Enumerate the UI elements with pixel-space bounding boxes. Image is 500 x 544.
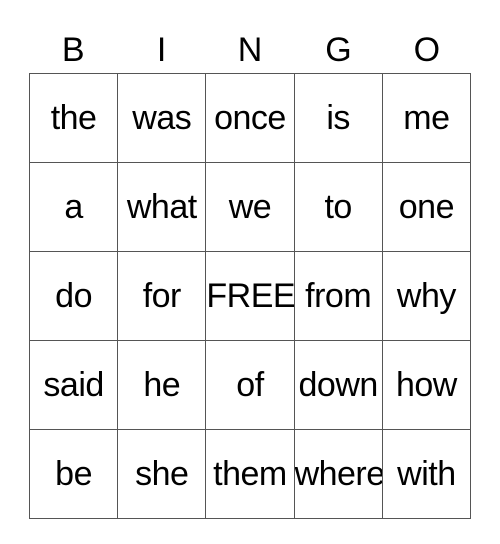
bingo-cell[interactable]: me bbox=[381, 73, 472, 163]
header-letter: G bbox=[325, 31, 352, 69]
bingo-cell[interactable]: he bbox=[117, 340, 207, 430]
grid-row: a what we to one bbox=[28, 162, 472, 252]
bingo-cell[interactable]: from bbox=[293, 251, 383, 341]
bingo-cell[interactable]: do bbox=[28, 251, 119, 341]
bingo-header: B I N G O bbox=[29, 28, 471, 72]
bingo-cell[interactable]: she bbox=[117, 429, 207, 519]
grid-row: be she them where with bbox=[28, 429, 472, 519]
bingo-cell[interactable]: to bbox=[293, 162, 383, 252]
bingo-cell[interactable]: where bbox=[293, 429, 383, 519]
bingo-cell[interactable]: once bbox=[205, 73, 295, 163]
bingo-cell[interactable]: down bbox=[293, 340, 383, 430]
bingo-cell[interactable]: with bbox=[381, 429, 472, 519]
header-letter: I bbox=[156, 31, 167, 69]
bingo-cell[interactable]: be bbox=[28, 429, 119, 519]
header-letter: B bbox=[61, 31, 85, 69]
bingo-cell[interactable]: one bbox=[381, 162, 472, 252]
bingo-cell[interactable]: the bbox=[28, 73, 119, 163]
grid-row: said he of down how bbox=[28, 340, 472, 430]
bingo-cell[interactable]: for bbox=[117, 251, 207, 341]
grid-row: the was once is me bbox=[28, 73, 472, 163]
bingo-cell[interactable]: what bbox=[117, 162, 207, 252]
bingo-grid: thewasonceismeawhatwetoonedoforFREE!from… bbox=[28, 73, 472, 519]
bingo-cell[interactable]: is bbox=[293, 73, 383, 163]
bingo-cell[interactable]: why bbox=[381, 251, 472, 341]
bingo-cell[interactable]: how bbox=[381, 340, 472, 430]
bingo-cell[interactable]: of bbox=[205, 340, 295, 430]
bingo-cell[interactable]: a bbox=[28, 162, 119, 252]
bingo-cell[interactable]: them bbox=[205, 429, 295, 519]
bingo-cell[interactable]: said bbox=[28, 340, 119, 430]
header-letter: O bbox=[413, 31, 441, 69]
bingo-cell[interactable]: we bbox=[205, 162, 295, 252]
header-letter: N bbox=[237, 31, 263, 69]
grid-row: doforFREE!fromwhy bbox=[28, 251, 472, 341]
bingo-cell[interactable]: was bbox=[117, 73, 207, 163]
free-space-cell[interactable]: FREE! bbox=[205, 251, 295, 341]
